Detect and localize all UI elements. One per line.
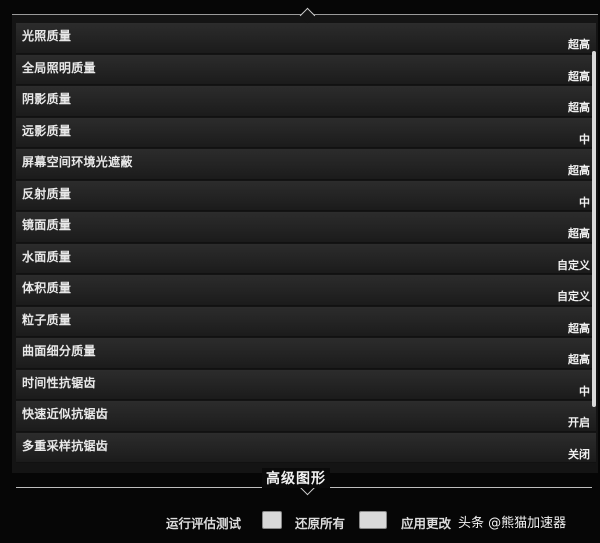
setting-value[interactable]: 超高 (568, 162, 590, 178)
setting-value[interactable]: 中 (579, 194, 590, 210)
footer-actions: 运行评估测试 还原所有 应用更改 头条 @熊猫加速器 (0, 508, 600, 538)
setting-row-reflection-quality[interactable]: 反射质量 中 (16, 180, 596, 211)
setting-label: 水面质量 (22, 249, 72, 264)
watermark-text: 头条 @熊猫加速器 (458, 516, 567, 531)
setting-label: 远影质量 (22, 123, 72, 138)
settings-panel: 光照质量 超高 全局照明质量 超高 阴影质量 超高 远影质量 中 屏幕空间环境光… (12, 14, 598, 473)
setting-row-far-shadow-quality[interactable]: 远影质量 中 (16, 117, 596, 148)
setting-row-tessellation-quality[interactable]: 曲面细分质量 超高 (16, 338, 596, 369)
setting-row-lighting-quality[interactable]: 光照质量 超高 (16, 23, 596, 54)
setting-row-global-illumination-quality[interactable]: 全局照明质量 超高 (16, 54, 596, 85)
scrollbar[interactable] (592, 51, 596, 407)
setting-label: 曲面细分质量 (22, 344, 96, 358)
setting-value[interactable]: 超高 (568, 320, 590, 336)
setting-row-taa[interactable]: 时间性抗锯齿 中 (16, 369, 596, 400)
setting-label: 快速近似抗锯齿 (22, 407, 109, 421)
setting-label: 时间性抗锯齿 (22, 375, 96, 390)
setting-label: 粒子质量 (22, 312, 72, 327)
setting-row-water-quality[interactable]: 水面质量 自定义 (16, 243, 596, 274)
graphics-settings-screen: 光照质量 超高 全局照明质量 超高 阴影质量 超高 远影质量 中 屏幕空间环境光… (0, 0, 600, 543)
settings-list: 光照质量 超高 全局照明质量 超高 阴影质量 超高 远影质量 中 屏幕空间环境光… (16, 23, 596, 473)
setting-value[interactable]: 超高 (568, 225, 590, 241)
setting-value[interactable]: 关闭 (568, 446, 590, 462)
setting-row-volumetric-quality[interactable]: 体积质量 自定义 (16, 275, 596, 306)
section-title: 高级图形 (262, 468, 330, 488)
setting-label: 光照质量 (22, 29, 72, 43)
setting-label: 镜面质量 (22, 218, 72, 232)
setting-row-mirror-quality[interactable]: 镜面质量 超高 (16, 212, 596, 243)
setting-label: 反射质量 (22, 186, 72, 201)
setting-label: 体积质量 (22, 281, 72, 295)
apply-changes-label[interactable]: 应用更改 (401, 513, 451, 532)
setting-row-msaa[interactable]: 多重采样抗锯齿 关闭 (16, 432, 596, 463)
restore-all-label[interactable]: 还原所有 (295, 513, 345, 532)
setting-value[interactable]: 超高 (568, 99, 590, 115)
setting-label: 阴影质量 (22, 92, 72, 106)
setting-value[interactable]: 中 (579, 131, 590, 147)
setting-label: 全局照明质量 (22, 60, 96, 75)
setting-value[interactable]: 超高 (568, 36, 590, 52)
setting-value[interactable]: 超高 (568, 351, 590, 367)
setting-value[interactable]: 超高 (568, 68, 590, 84)
setting-value[interactable]: 自定义 (557, 288, 590, 304)
restore-all-key-icon[interactable] (359, 511, 387, 529)
run-benchmark-key-icon[interactable] (262, 511, 282, 529)
setting-value[interactable]: 开启 (568, 414, 590, 430)
setting-row-shadow-quality[interactable]: 阴影质量 超高 (16, 86, 596, 117)
setting-value[interactable]: 中 (579, 383, 590, 399)
setting-row-fxaa[interactable]: 快速近似抗锯齿 开启 (16, 401, 596, 432)
setting-row-particle-quality[interactable]: 粒子质量 超高 (16, 306, 596, 337)
run-benchmark-label[interactable]: 运行评估测试 (166, 513, 241, 532)
setting-value[interactable]: 自定义 (557, 257, 590, 273)
setting-label: 屏幕空间环境光遮蔽 (22, 155, 133, 169)
setting-row-ssao[interactable]: 屏幕空间环境光遮蔽 超高 (16, 149, 596, 180)
setting-label: 多重采样抗锯齿 (22, 438, 109, 453)
